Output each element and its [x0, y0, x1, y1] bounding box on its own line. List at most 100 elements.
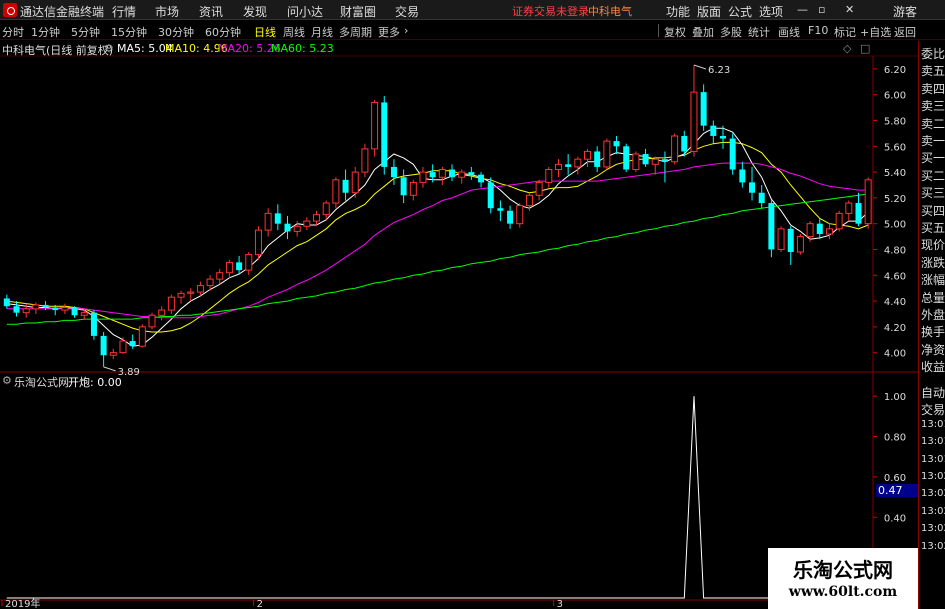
- candle-body-up: [196, 285, 204, 293]
- side-panel-label: 换手: [921, 325, 945, 340]
- side-panel-label: 净资: [921, 342, 945, 357]
- candle-body-down: [816, 223, 823, 234]
- candle-body-down: [642, 154, 649, 165]
- candle-body-up: [313, 214, 321, 222]
- date-tick-label: 3: [557, 599, 563, 609]
- candle-body-down: [468, 172, 475, 175]
- candle-body-down: [449, 169, 456, 178]
- indicator-tick-label: 0.80: [884, 433, 906, 444]
- price-tick-label: 4.80: [884, 245, 906, 256]
- side-panel-label: 现价: [921, 238, 945, 253]
- candle-body-down: [497, 208, 504, 211]
- candle-body-up: [671, 135, 679, 163]
- candle-body-down: [390, 166, 397, 178]
- side-panel-label: 卖一: [921, 134, 945, 148]
- candle-body-down: [400, 177, 407, 196]
- candle-body-up: [351, 171, 359, 194]
- candle-body-down: [100, 335, 107, 356]
- candle-body-up: [545, 169, 553, 183]
- side-panel-label: 买四: [921, 203, 945, 218]
- candle-body-down: [478, 174, 485, 183]
- candle-body-down: [729, 138, 736, 170]
- price-tick-label: 4.40: [884, 297, 906, 308]
- side-panel-trade-item: 13:01: [921, 418, 945, 430]
- candle-body-up: [574, 158, 582, 168]
- candle-body-down: [700, 92, 707, 126]
- side-panel-label: 外盘: [921, 308, 945, 322]
- price-tick-label: 5.20: [884, 194, 906, 205]
- candle-body-up: [303, 220, 311, 227]
- price-tick-label: 4.20: [884, 323, 906, 334]
- date-tick-label: 2019年: [5, 597, 40, 609]
- candle-body-up: [245, 254, 253, 271]
- price-tick-label: 6.20: [884, 65, 906, 76]
- high-marker-line: [693, 64, 707, 70]
- candle-body-down: [661, 159, 668, 162]
- candle-body-up: [651, 158, 659, 165]
- low-marker-line: [103, 366, 116, 372]
- candle-body-down: [749, 182, 756, 193]
- side-panel-label: 卖四: [921, 81, 945, 96]
- candle-body-down: [594, 151, 601, 167]
- candle-body-up: [864, 179, 872, 225]
- side-panel-trade-item: 13:02: [921, 505, 945, 517]
- candle-body-up: [845, 202, 853, 214]
- candle-body-down: [3, 298, 10, 307]
- ma-line-ma5: [6, 127, 869, 347]
- kline-chart[interactable]: 6.20 6.00 5.80 5.60 5.40 5.20 5.00 4.80 4.60 4.40…: [0, 0, 945, 609]
- settings-gear-icon[interactable]: ⚙: [2, 374, 12, 387]
- candle-body-down: [429, 172, 436, 178]
- candle-body-down: [129, 341, 136, 347]
- quote-side-panel: 委比 卖五 卖四 卖三 卖二 卖一 买一 买二 买三 买四 买五 现价 涨跌 涨幅 总量 外盘 换手 净资 收益 自动…: [918, 41, 945, 609]
- candle-body-down: [507, 210, 514, 224]
- cursor-value-box: 0.47: [876, 484, 918, 497]
- candle-body-up: [293, 225, 301, 232]
- sub-indicator-value: 开炮: 0.00: [68, 376, 122, 389]
- side-panel-trade-item: 自动: [921, 386, 945, 400]
- price-tick-label: 4.60: [884, 271, 906, 282]
- candle-body-down: [284, 223, 291, 232]
- candle-body-up: [322, 202, 330, 216]
- candle-body-down: [236, 262, 243, 271]
- price-tick-label: 5.00: [884, 220, 906, 231]
- side-panel-label: 卖三: [921, 99, 945, 114]
- candle-body-up: [167, 296, 175, 311]
- side-panel-trade-item: 13:01: [921, 436, 945, 448]
- side-panel-label: 收益: [921, 360, 945, 375]
- candle-body-up: [806, 223, 814, 238]
- candle-body-down: [342, 179, 349, 193]
- candle-body-down: [565, 164, 572, 167]
- indicator-tick-label: 1.00: [884, 392, 906, 403]
- high-price-label: 6.23: [708, 65, 730, 76]
- candle-body-up: [138, 326, 146, 347]
- side-panel-trade-item: 13:01: [921, 453, 945, 465]
- price-tick-label: 5.60: [884, 142, 906, 153]
- candle-body-up: [61, 307, 69, 311]
- side-panel-label: 卖二: [921, 116, 945, 131]
- side-panel-trade-item: 13:02: [921, 471, 945, 482]
- candle-body-up: [603, 140, 611, 168]
- side-panel-label: 总量: [921, 290, 945, 305]
- candle-body-down: [42, 304, 49, 308]
- side-panel-label: 买五: [921, 221, 945, 235]
- price-tick-label: 4.00: [884, 349, 906, 360]
- candle-body-up: [584, 150, 592, 160]
- candle-body-up: [206, 278, 214, 287]
- candle-body-up: [109, 352, 117, 356]
- candle-body-up: [835, 212, 843, 230]
- date-tick-label: 2: [257, 599, 263, 609]
- candle-body-down: [381, 102, 388, 167]
- candle-body-down: [623, 146, 630, 170]
- candle-body-up: [525, 194, 533, 207]
- ma-line-ma20: [6, 162, 869, 319]
- side-panel-label: 卖五: [921, 64, 945, 79]
- candle-body-up: [332, 179, 340, 204]
- stock-terminal-window: 通达信金融终端 行情 市场 资讯 发现 问小达 财富圈 交易 证券交易未登录 中…: [0, 0, 945, 609]
- watermark-title: 乐淘公式网: [793, 558, 893, 582]
- candle-body-up: [254, 229, 262, 256]
- side-panel-label: 买二: [921, 168, 945, 183]
- side-panel-label: 委比: [921, 47, 945, 61]
- candle-body-up: [80, 312, 88, 316]
- candle-body-down: [855, 203, 862, 224]
- indicator-tick-label: 0.40: [884, 513, 906, 524]
